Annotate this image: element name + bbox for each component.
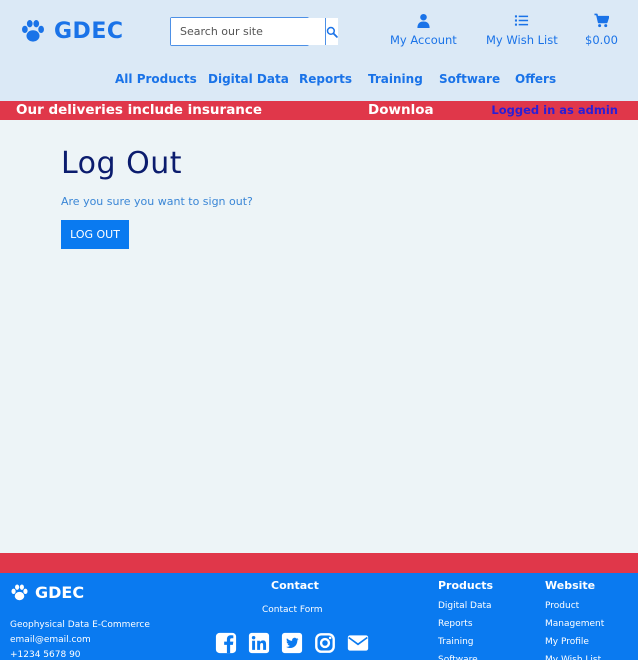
cart-link[interactable]: $0.00 <box>585 13 618 47</box>
footer-logo[interactable]: GDEC <box>10 583 84 602</box>
footer-link-digital-data[interactable]: Digital Data <box>438 597 492 615</box>
list-icon <box>515 15 529 26</box>
company-name: Geophysical Data E-Commerce <box>10 620 150 630</box>
site-logo[interactable]: GDEC <box>20 18 124 44</box>
company-email[interactable]: email@email.com <box>10 633 150 648</box>
footer-link-product[interactable]: Product <box>545 597 604 615</box>
search-icon <box>326 26 338 38</box>
logout-panel: Log Out Are you sure you want to sign ou… <box>61 146 253 249</box>
contact-form-link[interactable]: Contact Form <box>262 605 323 615</box>
footer-website-heading: Website <box>545 579 596 592</box>
instagram-icon[interactable] <box>314 632 336 654</box>
nav-training[interactable]: Training <box>368 72 423 86</box>
cart-total: $0.00 <box>585 33 618 47</box>
footer-products-heading: Products <box>438 579 494 592</box>
user-icon <box>417 13 430 28</box>
nav-all-products[interactable]: All Products <box>115 72 197 86</box>
nav-offers[interactable]: Offers <box>515 72 556 86</box>
footer-website-list: Product Management My Profile My Wish Li… <box>545 597 604 660</box>
footer-divider <box>0 553 638 573</box>
nav-reports[interactable]: Reports <box>299 72 352 86</box>
footer-products-list: Digital Data Reports Training Software <box>438 597 492 660</box>
footer-link-my-profile[interactable]: My Profile <box>545 633 604 651</box>
cart-icon <box>594 13 609 28</box>
my-account-link[interactable]: My Account <box>390 13 457 47</box>
logged-in-status[interactable]: Logged in as admin <box>491 103 618 117</box>
announcement-ticker: Our deliveries include insurance Downloa… <box>0 101 638 120</box>
facebook-icon[interactable] <box>215 632 237 654</box>
my-account-label: My Account <box>390 33 457 47</box>
paw-icon <box>22 20 44 42</box>
site-footer: GDEC Geophysical Data E-Commerce email@e… <box>0 573 638 660</box>
footer-link-software[interactable]: Software <box>438 651 492 660</box>
social-links <box>215 632 369 654</box>
footer-link-training[interactable]: Training <box>438 633 492 651</box>
logo-text: GDEC <box>54 18 124 44</box>
footer-company-info: Geophysical Data E-Commerce email@email.… <box>10 618 150 660</box>
footer-link-reports[interactable]: Reports <box>438 615 492 633</box>
envelope-icon[interactable] <box>347 632 369 654</box>
footer-link-my-wish-list[interactable]: My Wish List <box>545 651 604 660</box>
page-title: Log Out <box>61 146 183 181</box>
footer-contact-heading: Contact <box>271 579 319 592</box>
search-input[interactable] <box>171 18 326 45</box>
search-box <box>170 17 338 46</box>
nav-digital-data[interactable]: Digital Data <box>208 72 289 86</box>
logout-button[interactable]: LOG OUT <box>61 220 129 249</box>
my-wishlist-label: My Wish List <box>486 33 558 47</box>
ticker-text: Our deliveries include insurance <box>16 102 263 118</box>
paw-icon <box>11 584 28 601</box>
ticker-text-secondary: Downloa <box>368 102 434 118</box>
twitter-icon[interactable] <box>281 632 303 654</box>
footer-link-management[interactable]: Management <box>545 615 604 633</box>
footer-logo-text: GDEC <box>35 583 85 602</box>
linkedin-icon[interactable] <box>248 632 270 654</box>
logout-confirmation-text: Are you sure you want to sign out? <box>61 195 253 208</box>
my-wishlist-link[interactable]: My Wish List <box>486 13 558 47</box>
nav-software[interactable]: Software <box>439 72 500 86</box>
search-button[interactable] <box>326 18 338 45</box>
company-phone: +1234 5678 90 <box>10 650 81 660</box>
site-header: GDEC My Account My Wish List <box>0 0 638 101</box>
